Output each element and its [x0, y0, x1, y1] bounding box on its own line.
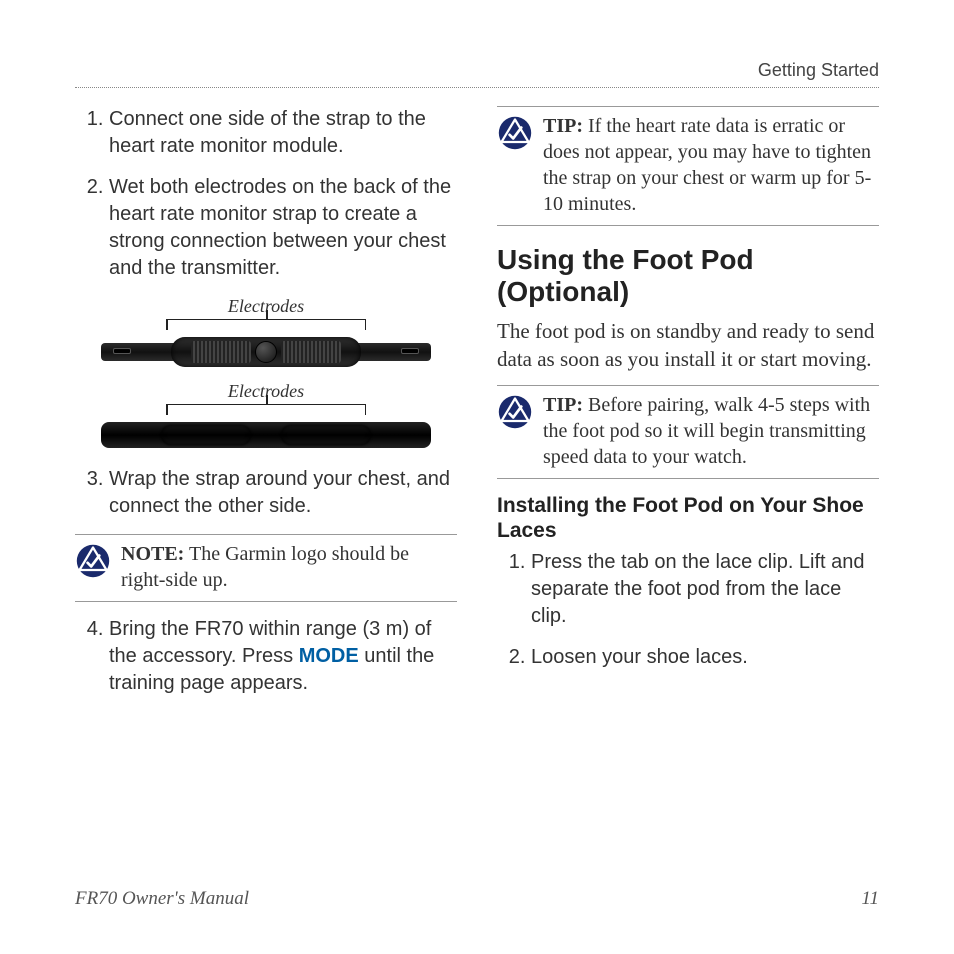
diagram-bracket-bottom [166, 404, 366, 418]
hrm-strap-front [101, 337, 431, 367]
page-header: Getting Started [75, 60, 879, 88]
breadcrumb: Getting Started [758, 60, 879, 80]
step-2: Wet both electrodes on the back of the h… [109, 174, 457, 282]
left-column: Connect one side of the strap to the hea… [75, 106, 457, 711]
note-callout: NOTE: The Garmin logo should be right-si… [75, 534, 457, 602]
note-label: NOTE: [121, 543, 184, 565]
page-number: 11 [861, 888, 879, 910]
step-1: Connect one side of the strap to the hea… [109, 106, 457, 160]
mode-key: MODE [299, 645, 359, 667]
tip-icon [497, 394, 533, 430]
step-3: Wrap the strap around your chest, and co… [109, 466, 457, 520]
hrm-step-4: Bring the FR70 within range (3 m) of the… [75, 616, 457, 697]
footer-title: FR70 Owner's Manual [75, 888, 249, 910]
tip-1-text: TIP: If the heart rate data is erratic o… [543, 113, 875, 217]
diagram-bracket-top [166, 319, 366, 333]
tip-1-label: TIP: [543, 115, 583, 137]
page-footer: FR70 Owner's Manual 11 [75, 888, 879, 910]
section-body-foot-pod: The foot pod is on standby and ready to … [497, 318, 879, 373]
section-heading-foot-pod: Using the Foot Pod (Optional) [497, 244, 879, 308]
right-column: TIP: If the heart rate data is erratic o… [497, 106, 879, 711]
install-step-2: Loosen your shoe laces. [531, 644, 879, 671]
tip-2-text: TIP: Before pairing, walk 4-5 steps with… [543, 392, 875, 470]
tip-icon [497, 115, 533, 151]
install-step-1: Press the tab on the lace clip. Lift and… [531, 549, 879, 630]
note-text: NOTE: The Garmin logo should be right-si… [121, 541, 453, 593]
step-4: Bring the FR70 within range (3 m) of the… [109, 616, 457, 697]
hrm-step-3: Wrap the strap around your chest, and co… [75, 466, 457, 520]
tip-2-body: Before pairing, walk 4-5 steps with the … [543, 394, 870, 468]
tip-2-label: TIP: [543, 394, 583, 416]
subsection-heading-install: Installing the Foot Pod on Your Shoe Lac… [497, 493, 879, 543]
install-steps: Press the tab on the lace clip. Lift and… [497, 549, 879, 671]
note-icon [75, 543, 111, 579]
tip-callout-2: TIP: Before pairing, walk 4-5 steps with… [497, 385, 879, 479]
hrm-steps-1-2: Connect one side of the strap to the hea… [75, 106, 457, 282]
hrm-strap-back [101, 422, 431, 448]
tip-1-body: If the heart rate data is erratic or doe… [543, 115, 871, 215]
tip-callout-1: TIP: If the heart rate data is erratic o… [497, 106, 879, 226]
electrodes-diagram: Electrodes Electrodes [75, 296, 457, 448]
